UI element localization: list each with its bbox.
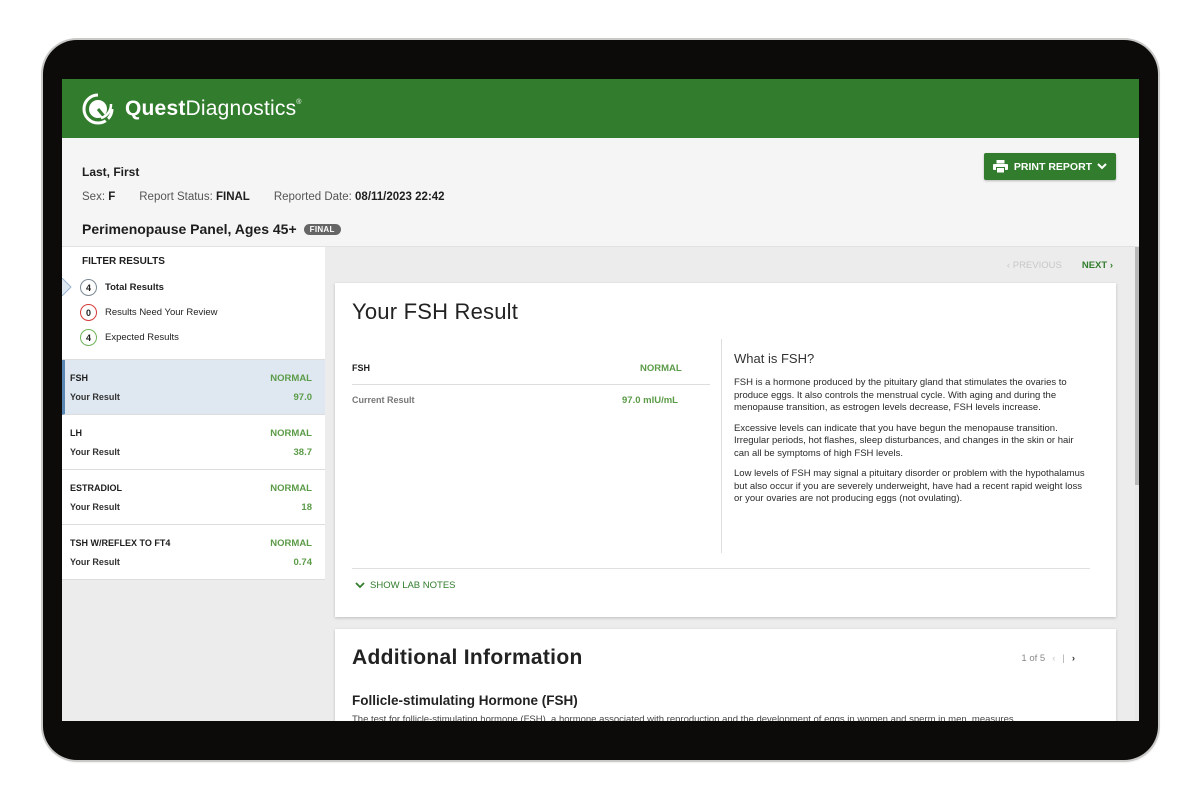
print-report-label: PRINT REPORT [1013,160,1093,173]
printer-icon [992,160,1008,173]
test-item-tsh[interactable]: TSH W/REFLEX TO FT4 NORMAL Your Result 0… [62,525,325,580]
expected-results-count: 4 [80,329,97,346]
test-item-fsh[interactable]: FSH NORMAL Your Result 97.0 [62,360,325,415]
report-status-field: Report Status: FINAL [139,191,250,203]
report-status-value: FINAL [215,191,250,203]
test-status: NORMAL [270,483,312,494]
filter-need-review[interactable]: 0 Results Need Your Review [80,304,217,321]
app-screen: QuestDiagnostics® Last, First Sex: F Rep… [62,79,1139,721]
card-divider [352,568,1090,569]
brand-header: QuestDiagnostics® [62,79,1139,138]
current-result-value: 97.0 mIU/mL [622,395,678,406]
result-pager: ‹ PREVIOUS NEXT › [1007,260,1113,271]
next-label: NEXT [1081,260,1108,271]
test-result-value: 18 [301,502,312,513]
chevron-down-icon [1097,163,1107,170]
reported-date-label: Reported Date: [273,191,352,203]
next-button[interactable]: NEXT › [1082,260,1113,271]
final-status-badge: FINAL [303,223,341,235]
additional-information-card: Additional Information 1 of 5 ‹ | › Foll… [335,629,1116,721]
filter-expected-results[interactable]: 4 Expected Results [80,329,179,346]
previous-label: PREVIOUS [1012,260,1062,271]
need-review-label: Results Need Your Review [105,307,218,318]
test-name: LH [70,428,82,438]
result-card-title: Your FSH Result [352,299,519,324]
selected-filter-pointer-icon [62,278,72,296]
show-lab-notes-toggle[interactable]: SHOW LAB NOTES [355,580,456,591]
test-name: TSH W/REFLEX TO FT4 [70,538,171,548]
panel-title: Perimenopause Panel, Ages 45+ FINAL [82,221,341,237]
brand-wordmark: QuestDiagnostics® [125,97,302,121]
sex-field: Sex: F [82,191,115,203]
sex-value: F [108,191,116,203]
sex-label: Sex: [82,191,106,203]
test-result-label: Your Result [70,447,120,457]
test-status: NORMAL [270,538,312,549]
test-result-label: Your Result [70,502,120,512]
chevron-left-icon[interactable]: ‹ [1052,653,1055,664]
fsh-result-card: Your FSH Result FSH NORMAL Current Resul… [335,283,1116,617]
vertical-scrollbar[interactable] [1135,247,1139,721]
additional-info-subtitle: Follicle-stimulating Hormone (FSH) [352,693,578,708]
chevron-down-icon [355,582,365,589]
test-name: FSH [70,373,88,383]
fsh-info-column: What is FSH? FSH is a hormone produced b… [721,339,1091,553]
show-lab-notes-label: SHOW LAB NOTES [370,580,456,591]
pager-separator: | [1062,653,1065,664]
previous-button[interactable]: ‹ PREVIOUS [1007,260,1062,271]
chevron-right-icon[interactable]: › [1072,653,1075,664]
expected-results-label: Expected Results [105,332,179,343]
panel-title-text: Perimenopause Panel, Ages 45+ [82,221,297,237]
info-paragraph: Excessive levels can indicate that you h… [734,422,1074,459]
reported-date-field: Reported Date: 08/11/2023 22:42 [274,191,445,203]
report-body: FILTER RESULTS 4 Total Results 0 Results… [62,247,1139,721]
result-status: NORMAL [640,363,682,374]
report-meta: Sex: F Report Status: FINAL Reported Dat… [82,191,469,203]
results-sidebar: FILTER RESULTS 4 Total Results 0 Results… [62,247,325,721]
result-test-name: FSH [352,363,370,373]
reported-date-value: 08/11/2023 22:42 [355,191,445,203]
info-paragraph: FSH is a hormone produced by the pituita… [734,377,1067,413]
test-result-label: Your Result [70,557,120,567]
test-item-estradiol[interactable]: ESTRADIOL NORMAL Your Result 18 [62,470,325,525]
test-result-value: 0.74 [293,557,313,568]
result-divider [352,384,710,385]
info-paragraph: Low levels of FSH may signal a pituitary… [734,468,1085,504]
report-status-label: Report Status: [139,191,213,203]
test-name: ESTRADIOL [70,483,123,493]
need-review-count: 0 [80,304,97,321]
test-status: NORMAL [270,373,312,384]
test-status: NORMAL [270,428,312,439]
test-result-value: 38.7 [293,447,313,458]
print-report-button[interactable]: PRINT REPORT [984,153,1116,180]
scrollbar-thumb[interactable] [1135,247,1139,485]
additional-info-text: The test for follicle-stimulating hormon… [352,714,1014,721]
page-indicator: 1 of 5 [1021,653,1046,664]
additional-info-title: Additional Information [352,646,583,669]
additional-info-pager: 1 of 5 ‹ | › [1021,653,1075,664]
brand-name-light: Diagnostics [185,96,297,120]
filter-results-title: FILTER RESULTS [82,256,165,267]
test-item-lh[interactable]: LH NORMAL Your Result 38.7 [62,415,325,470]
info-title: What is FSH? [734,351,815,366]
patient-name: Last, First [82,165,140,179]
total-results-count: 4 [80,279,97,296]
trademark-mark: ® [296,98,302,106]
test-result-label: Your Result [70,392,120,402]
patient-header: Last, First Sex: F Report Status: FINAL … [62,138,1139,247]
test-result-value: 97.0 [293,392,313,403]
brand-name-bold: Quest [125,96,186,120]
total-results-label: Total Results [105,282,164,293]
filter-total-results[interactable]: 4 Total Results [80,279,164,296]
quest-logo-icon [82,93,114,124]
filter-results-panel: FILTER RESULTS 4 Total Results 0 Results… [62,247,325,360]
current-result-label: Current Result [352,395,415,405]
